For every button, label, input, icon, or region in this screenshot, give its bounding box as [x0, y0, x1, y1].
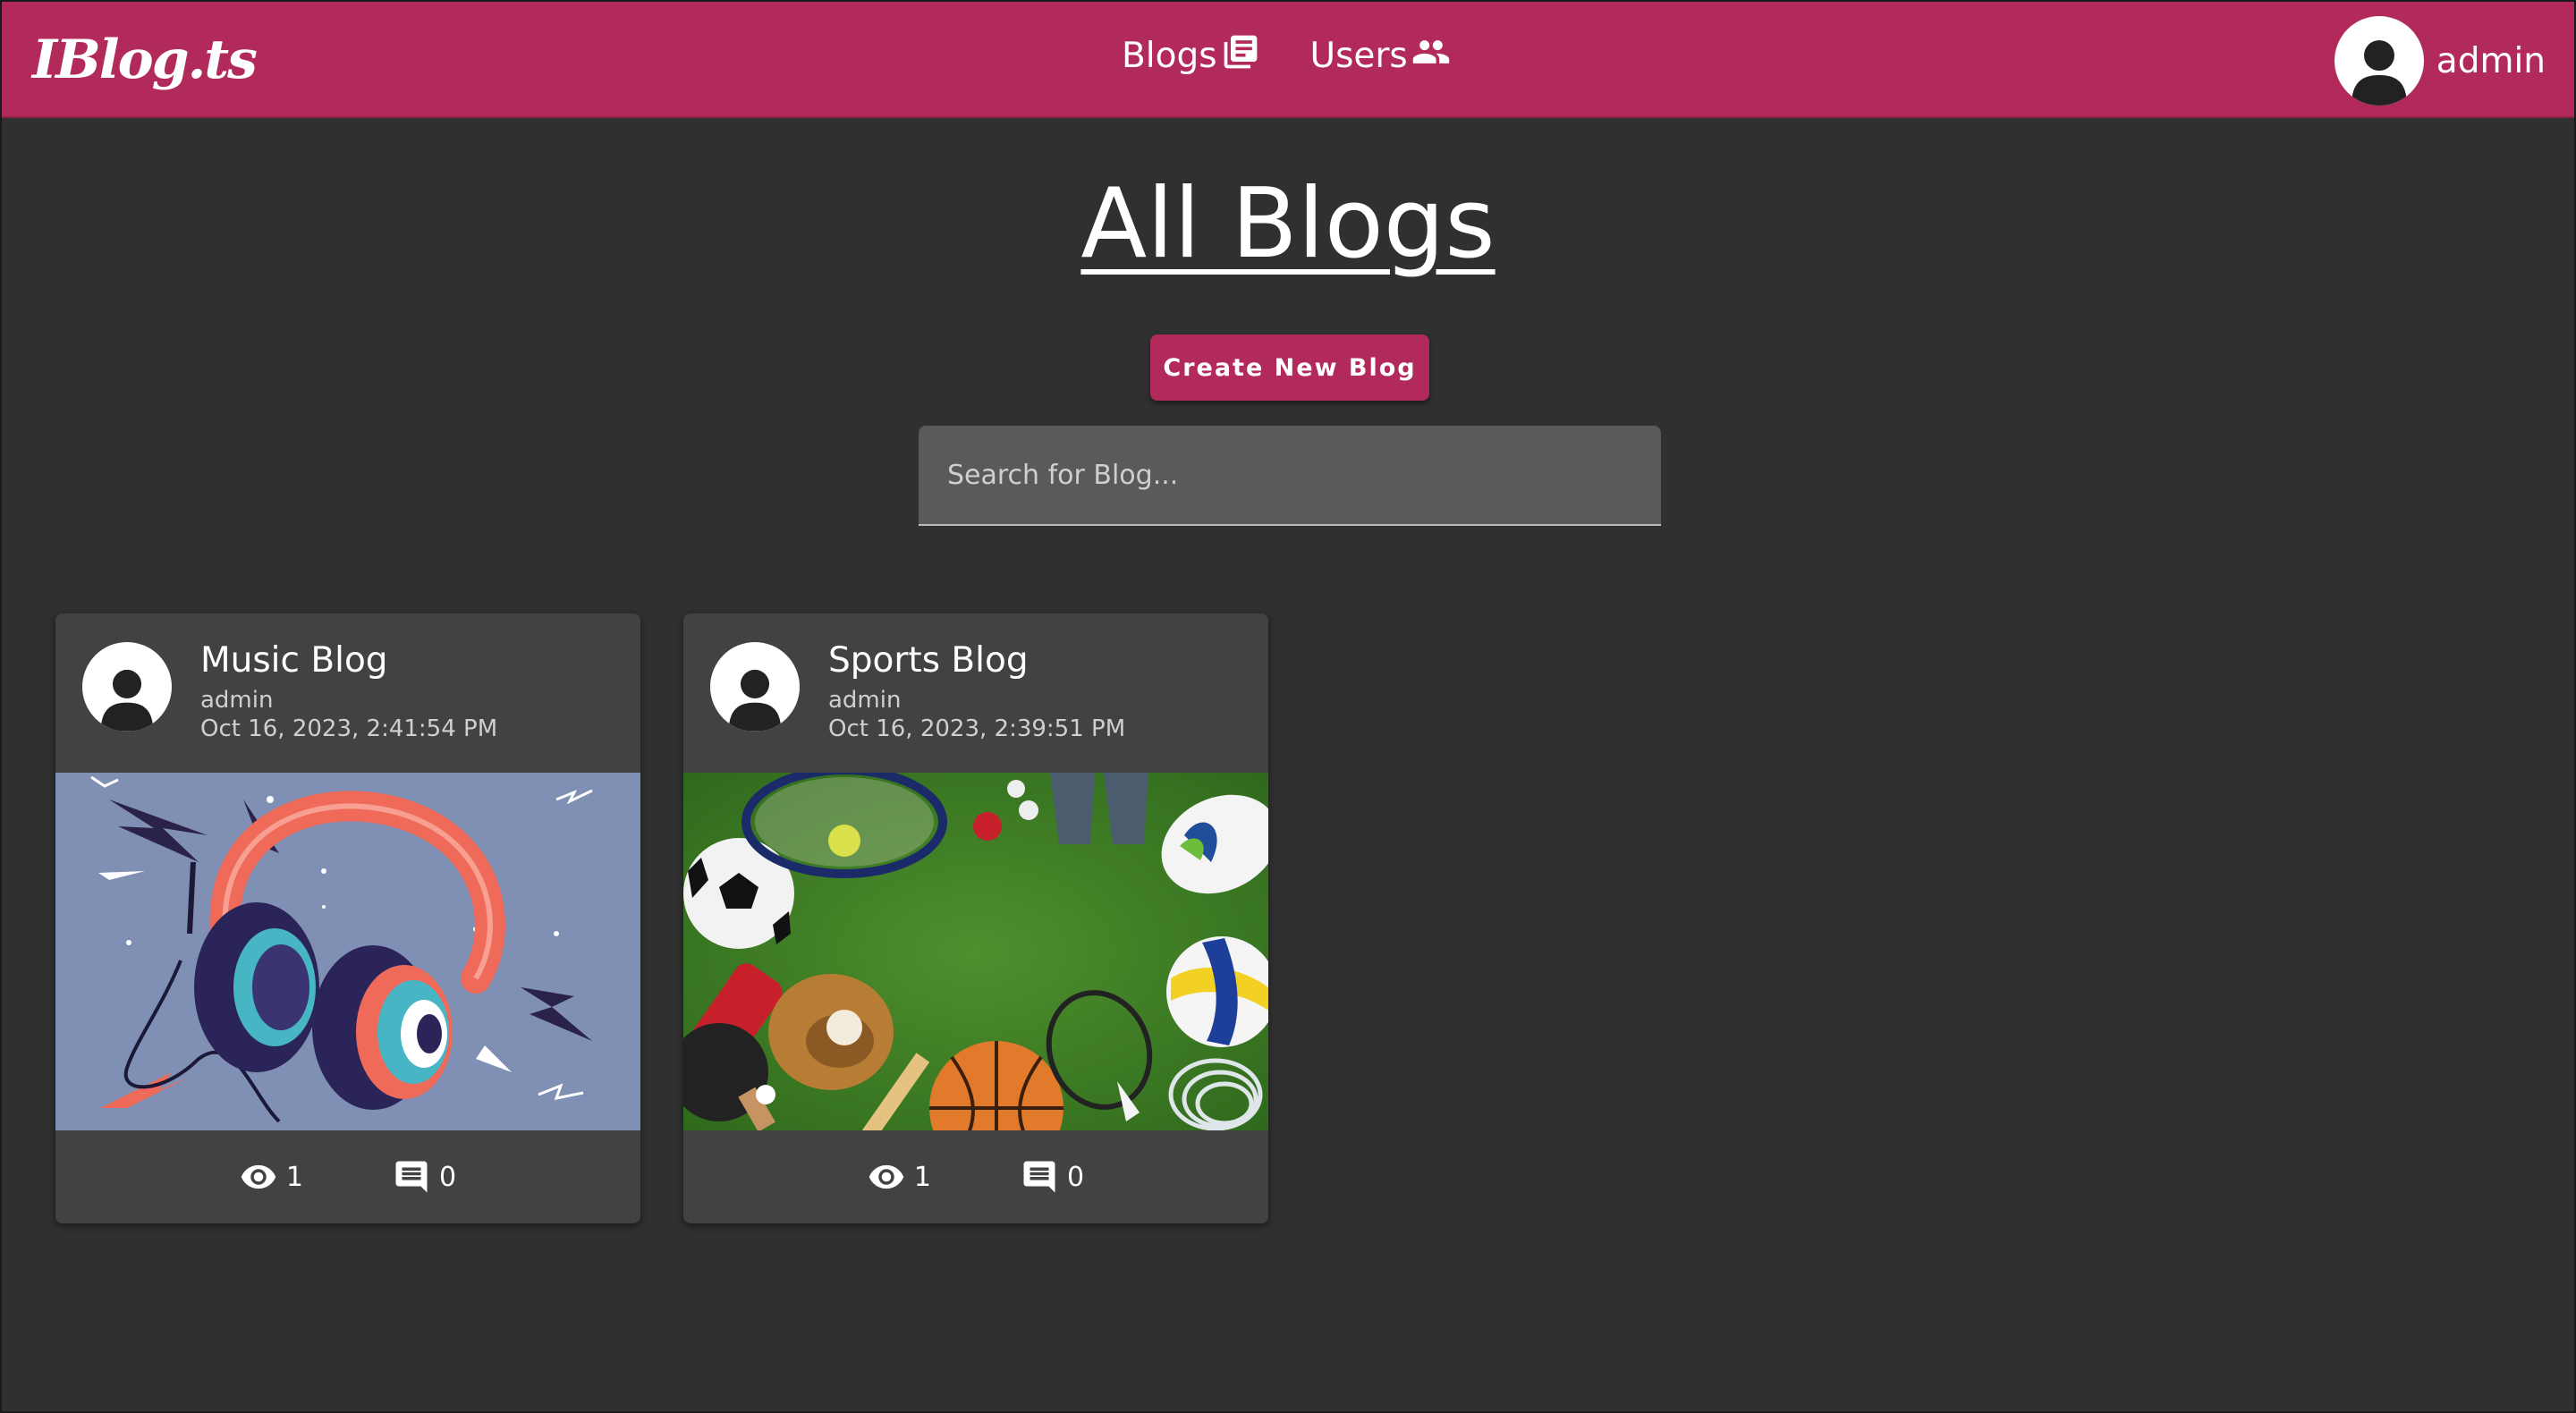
create-new-blog-button[interactable]: Create New Blog — [1150, 334, 1429, 401]
card-date: Oct 16, 2023, 2:41:54 PM — [200, 715, 498, 742]
eye-icon — [241, 1164, 276, 1189]
people-icon — [1412, 40, 1449, 63]
search-field[interactable] — [919, 426, 1661, 526]
card-date: Oct 16, 2023, 2:39:51 PM — [828, 715, 1126, 742]
nav-users-link[interactable]: Users — [1310, 36, 1451, 76]
author-avatar — [710, 642, 800, 732]
page-title: All Blogs — [1080, 168, 1496, 280]
eye-icon — [869, 1164, 904, 1189]
author-avatar — [82, 642, 172, 732]
main-nav: Blogs Users — [1122, 35, 1451, 76]
sports-equipment-image[interactable] — [683, 773, 1268, 1130]
person-icon — [100, 669, 154, 732]
blog-card[interactable]: Music Blog admin Oct 16, 2023, 2:41:54 P… — [55, 613, 640, 1223]
card-author: admin — [200, 687, 274, 714]
card-footer: 1 0 — [55, 1130, 640, 1223]
person-icon — [728, 669, 782, 732]
comments-stat: 0 — [393, 1158, 456, 1196]
nav-blogs-label: Blogs — [1122, 36, 1217, 76]
card-header: Music Blog admin Oct 16, 2023, 2:41:54 P… — [55, 613, 640, 773]
nav-blogs-link[interactable]: Blogs — [1122, 35, 1260, 76]
comments-stat: 0 — [1021, 1158, 1084, 1196]
card-footer: 1 0 — [683, 1130, 1268, 1223]
views-stat: 1 — [240, 1158, 303, 1196]
views-stat: 1 — [868, 1158, 931, 1196]
app-logo[interactable]: IBlog.ts — [32, 29, 258, 91]
views-count: 1 — [913, 1161, 931, 1193]
newspaper-icon — [1224, 35, 1257, 69]
comments-count: 0 — [1067, 1161, 1085, 1193]
person-icon — [2351, 40, 2407, 106]
comment-icon — [395, 1161, 428, 1193]
comments-count: 0 — [439, 1161, 457, 1193]
user-avatar[interactable] — [2334, 16, 2424, 106]
card-author: admin — [828, 687, 902, 714]
card-header: Sports Blog admin Oct 16, 2023, 2:39:51 … — [683, 613, 1268, 773]
card-title[interactable]: Music Blog — [200, 640, 388, 681]
user-menu[interactable]: admin — [2334, 16, 2546, 106]
headphones-illustration[interactable] — [55, 773, 640, 1130]
nav-users-label: Users — [1309, 36, 1408, 76]
comment-icon — [1023, 1161, 1055, 1193]
user-name: admin — [2436, 40, 2546, 81]
card-title[interactable]: Sports Blog — [828, 640, 1029, 681]
views-count: 1 — [285, 1161, 303, 1193]
blog-card[interactable]: Sports Blog admin Oct 16, 2023, 2:39:51 … — [683, 613, 1268, 1223]
top-app-bar: IBlog.ts Blogs Users admin — [2, 2, 2574, 118]
search-input[interactable] — [919, 426, 1661, 524]
